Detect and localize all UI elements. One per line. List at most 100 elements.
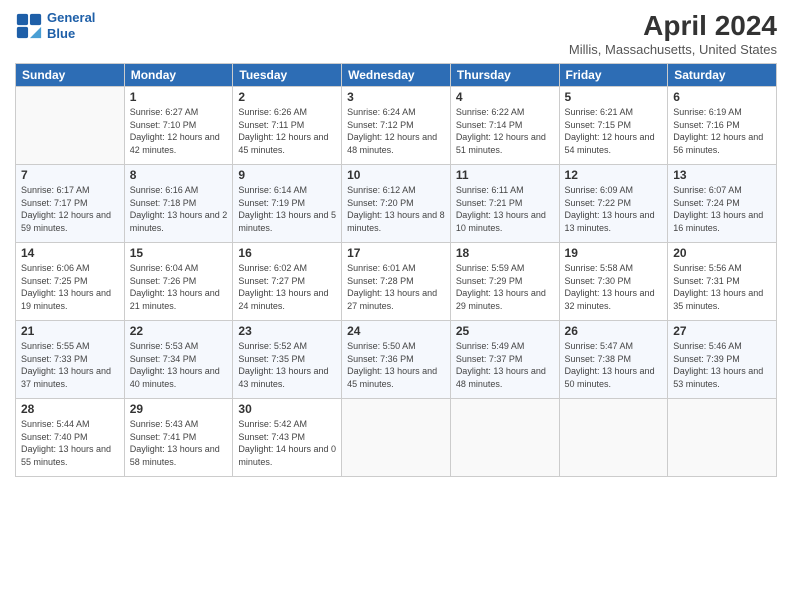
day-info: Sunrise: 5:44 AMSunset: 7:40 PMDaylight:… [21,418,119,468]
logo-icon [15,12,43,40]
day-number: 12 [565,168,663,182]
logo: General Blue [15,10,95,41]
day-info: Sunrise: 6:04 AMSunset: 7:26 PMDaylight:… [130,262,228,312]
day-number: 17 [347,246,445,260]
day-info: Sunrise: 6:17 AMSunset: 7:17 PMDaylight:… [21,184,119,234]
calendar-cell: 16 Sunrise: 6:02 AMSunset: 7:27 PMDayligh… [233,243,342,321]
day-info: Sunrise: 6:22 AMSunset: 7:14 PMDaylight:… [456,106,554,156]
calendar-cell: 4 Sunrise: 6:22 AMSunset: 7:14 PMDaylight… [450,87,559,165]
weekday-header: Friday [559,64,668,87]
day-number: 21 [21,324,119,338]
week-row: 28 Sunrise: 5:44 AMSunset: 7:40 PMDayligh… [16,399,777,477]
weekday-header: Wednesday [342,64,451,87]
calendar-cell: 7Sunrise: 6:17 AMSunset: 7:17 PMDaylight… [16,165,125,243]
day-number: 24 [347,324,445,338]
calendar-cell: 28 Sunrise: 5:44 AMSunset: 7:40 PMDayligh… [16,399,125,477]
calendar-cell: 17Sunrise: 6:01 AMSunset: 7:28 PMDayligh… [342,243,451,321]
calendar-cell: 27 Sunrise: 5:46 AMSunset: 7:39 PMDayligh… [668,321,777,399]
page: General Blue April 2024 Millis, Massachu… [0,0,792,612]
calendar-cell [559,399,668,477]
day-info: Sunrise: 6:06 AMSunset: 7:25 PMDaylight:… [21,262,119,312]
calendar-cell: 18 Sunrise: 5:59 AMSunset: 7:29 PMDayligh… [450,243,559,321]
weekday-header: Tuesday [233,64,342,87]
calendar-table: SundayMondayTuesdayWednesdayThursdayFrid… [15,63,777,477]
day-info: Sunrise: 5:52 AMSunset: 7:35 PMDaylight:… [238,340,336,390]
calendar-cell [16,87,125,165]
day-number: 30 [238,402,336,416]
calendar-cell: 13 Sunrise: 6:07 AMSunset: 7:24 PMDayligh… [668,165,777,243]
header: General Blue April 2024 Millis, Massachu… [15,10,777,57]
day-info: Sunrise: 6:02 AMSunset: 7:27 PMDaylight:… [238,262,336,312]
calendar-cell: 15 Sunrise: 6:04 AMSunset: 7:26 PMDayligh… [124,243,233,321]
main-title: April 2024 [569,10,777,42]
day-number: 3 [347,90,445,104]
day-info: Sunrise: 6:27 AMSunset: 7:10 PMDaylight:… [130,106,228,156]
day-number: 29 [130,402,228,416]
day-number: 19 [565,246,663,260]
day-info: Sunrise: 5:59 AMSunset: 7:29 PMDaylight:… [456,262,554,312]
day-info: Sunrise: 5:46 AMSunset: 7:39 PMDaylight:… [673,340,771,390]
logo-text: General Blue [47,10,95,41]
header-row: SundayMondayTuesdayWednesdayThursdayFrid… [16,64,777,87]
week-row: 14 Sunrise: 6:06 AMSunset: 7:25 PMDayligh… [16,243,777,321]
day-number: 15 [130,246,228,260]
day-info: Sunrise: 6:26 AMSunset: 7:11 PMDaylight:… [238,106,336,156]
day-number: 22 [130,324,228,338]
day-number: 6 [673,90,771,104]
calendar-cell: 9 Sunrise: 6:14 AMSunset: 7:19 PMDaylight… [233,165,342,243]
day-number: 27 [673,324,771,338]
day-info: Sunrise: 5:56 AMSunset: 7:31 PMDaylight:… [673,262,771,312]
day-number: 9 [238,168,336,182]
day-info: Sunrise: 5:43 AMSunset: 7:41 PMDaylight:… [130,418,228,468]
day-number: 4 [456,90,554,104]
calendar-cell: 24 Sunrise: 5:50 AMSunset: 7:36 PMDayligh… [342,321,451,399]
calendar-cell: 21Sunrise: 5:55 AMSunset: 7:33 PMDayligh… [16,321,125,399]
day-info: Sunrise: 6:24 AMSunset: 7:12 PMDaylight:… [347,106,445,156]
calendar-cell: 14 Sunrise: 6:06 AMSunset: 7:25 PMDayligh… [16,243,125,321]
day-info: Sunrise: 6:09 AMSunset: 7:22 PMDaylight:… [565,184,663,234]
day-info: Sunrise: 5:50 AMSunset: 7:36 PMDaylight:… [347,340,445,390]
calendar-cell: 19 Sunrise: 5:58 AMSunset: 7:30 PMDayligh… [559,243,668,321]
day-info: Sunrise: 5:47 AMSunset: 7:38 PMDaylight:… [565,340,663,390]
calendar-cell: 11 Sunrise: 6:11 AMSunset: 7:21 PMDayligh… [450,165,559,243]
calendar-cell [450,399,559,477]
day-info: Sunrise: 6:14 AMSunset: 7:19 PMDaylight:… [238,184,336,234]
day-number: 28 [21,402,119,416]
day-number: 14 [21,246,119,260]
day-info: Sunrise: 6:16 AMSunset: 7:18 PMDaylight:… [130,184,228,234]
calendar-cell: 29 Sunrise: 5:43 AMSunset: 7:41 PMDayligh… [124,399,233,477]
calendar-cell: 25Sunrise: 5:49 AMSunset: 7:37 PMDayligh… [450,321,559,399]
day-info: Sunrise: 6:12 AMSunset: 7:20 PMDaylight:… [347,184,445,234]
calendar-cell: 22 Sunrise: 5:53 AMSunset: 7:34 PMDayligh… [124,321,233,399]
day-number: 20 [673,246,771,260]
day-number: 10 [347,168,445,182]
subtitle: Millis, Massachusetts, United States [569,42,777,57]
day-number: 16 [238,246,336,260]
day-number: 13 [673,168,771,182]
day-info: Sunrise: 6:07 AMSunset: 7:24 PMDaylight:… [673,184,771,234]
calendar-cell: 26 Sunrise: 5:47 AMSunset: 7:38 PMDayligh… [559,321,668,399]
day-info: Sunrise: 6:11 AMSunset: 7:21 PMDaylight:… [456,184,554,234]
calendar-cell: 3 Sunrise: 6:24 AMSunset: 7:12 PMDaylight… [342,87,451,165]
day-number: 11 [456,168,554,182]
calendar-cell: 1Sunrise: 6:27 AMSunset: 7:10 PMDaylight… [124,87,233,165]
title-block: April 2024 Millis, Massachusetts, United… [569,10,777,57]
weekday-header: Thursday [450,64,559,87]
day-number: 26 [565,324,663,338]
weekday-header: Monday [124,64,233,87]
week-row: 7Sunrise: 6:17 AMSunset: 7:17 PMDaylight… [16,165,777,243]
calendar-cell: 23 Sunrise: 5:52 AMSunset: 7:35 PMDayligh… [233,321,342,399]
calendar-cell: 5Sunrise: 6:21 AMSunset: 7:15 PMDaylight… [559,87,668,165]
day-number: 8 [130,168,228,182]
day-info: Sunrise: 5:53 AMSunset: 7:34 PMDaylight:… [130,340,228,390]
day-number: 18 [456,246,554,260]
calendar-cell: 8 Sunrise: 6:16 AMSunset: 7:18 PMDaylight… [124,165,233,243]
day-number: 23 [238,324,336,338]
calendar-cell [668,399,777,477]
calendar-cell: 6Sunrise: 6:19 AMSunset: 7:16 PMDaylight… [668,87,777,165]
week-row: 21Sunrise: 5:55 AMSunset: 7:33 PMDayligh… [16,321,777,399]
weekday-header: Sunday [16,64,125,87]
day-info: Sunrise: 5:58 AMSunset: 7:30 PMDaylight:… [565,262,663,312]
calendar-cell [342,399,451,477]
day-info: Sunrise: 6:21 AMSunset: 7:15 PMDaylight:… [565,106,663,156]
